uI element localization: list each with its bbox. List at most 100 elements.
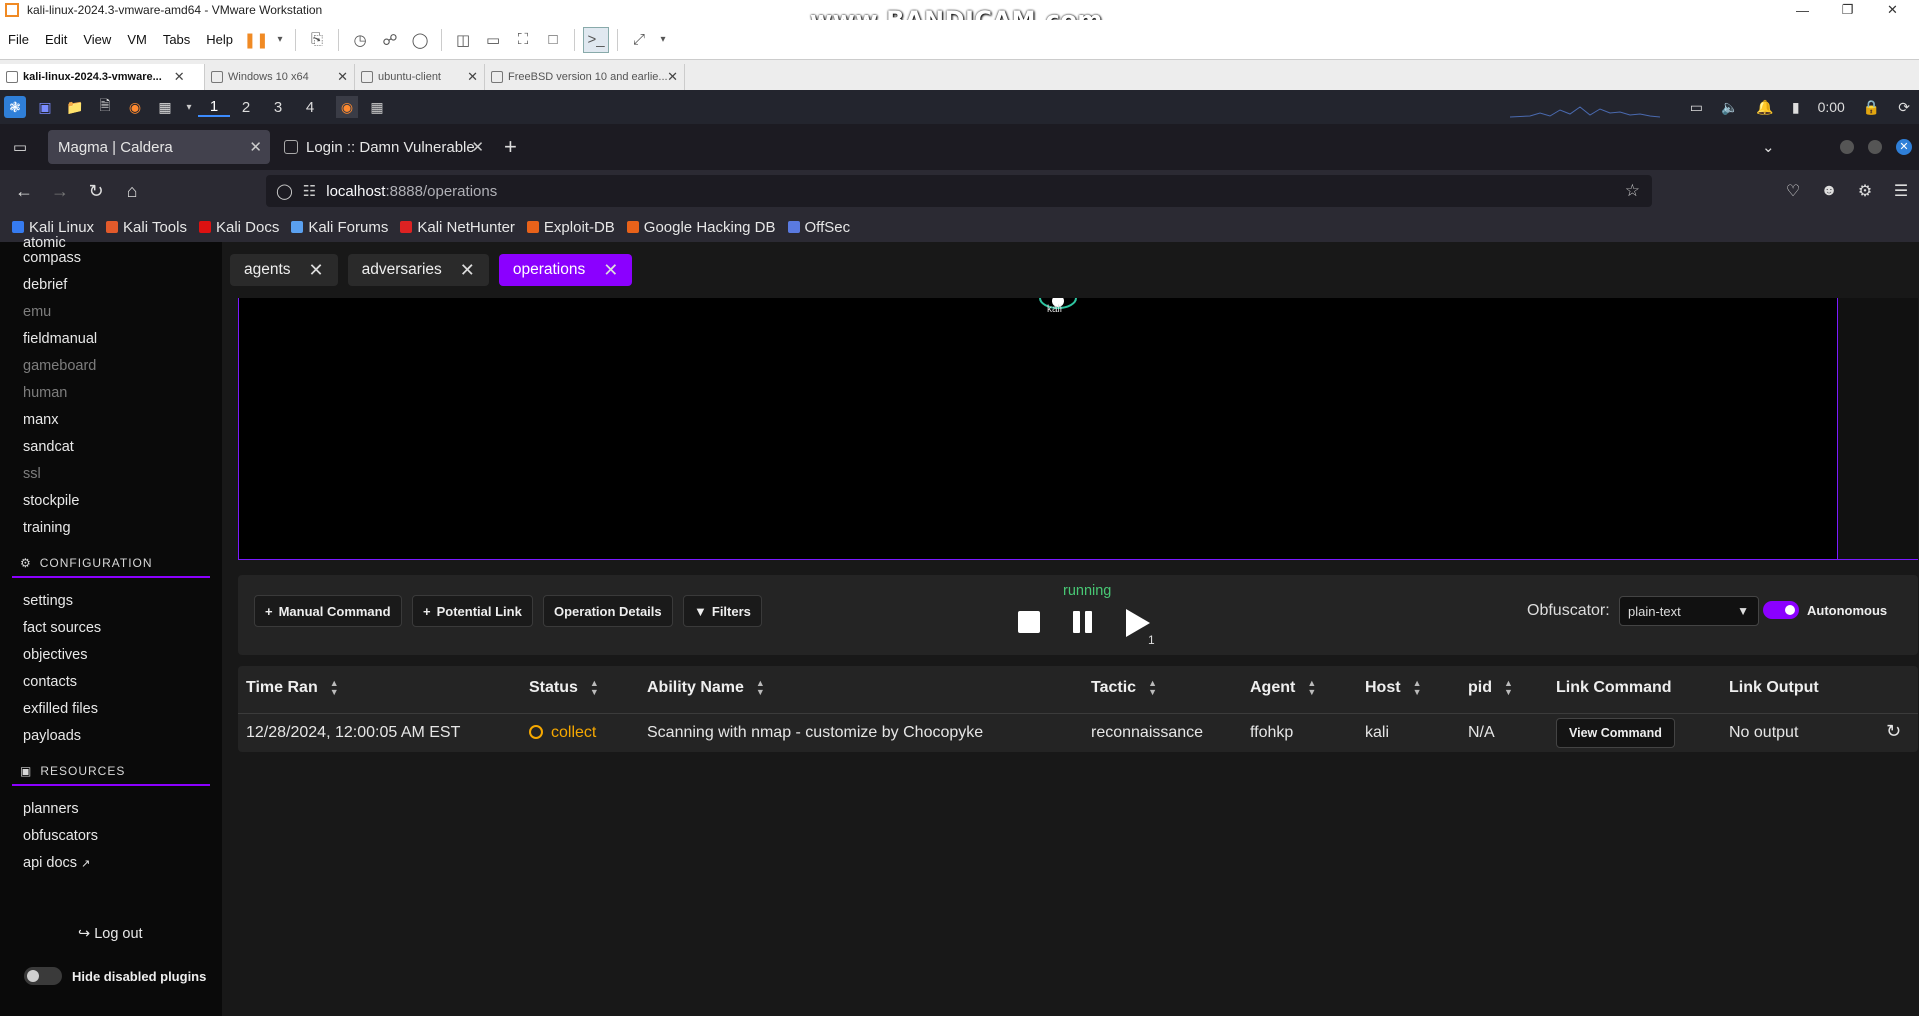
tab-agents[interactable]: agents ✕ (230, 254, 338, 286)
page-info-icon[interactable]: ☷ (303, 182, 316, 200)
unity-icon[interactable]: □ (540, 27, 566, 53)
pocket-icon[interactable]: ♡ (1775, 181, 1811, 201)
shield-icon[interactable]: ◯ (276, 182, 293, 200)
view-command-button[interactable]: View Command (1556, 718, 1675, 748)
bookmark-google-hacking-db[interactable]: Google Hacking DB (626, 219, 776, 236)
sidebar-item-stockpile[interactable]: stockpile (0, 488, 222, 515)
sidebar-item-sandcat[interactable]: sandcat (0, 434, 222, 461)
sidebar-item-emu[interactable]: emu (0, 299, 222, 326)
close-tab-icon[interactable]: ✕ (603, 260, 618, 281)
sidebar-item-planners[interactable]: planners (0, 796, 222, 823)
sidebar-item-fieldmanual[interactable]: fieldmanual (0, 326, 222, 353)
terminal-icon[interactable]: ▦ (154, 96, 176, 118)
snapshot-manager-icon[interactable]: ◯ (407, 27, 433, 53)
sort-icon[interactable]: ▲ ▼ (1307, 679, 1316, 697)
col-pid[interactable]: pid ▲ ▼ (1468, 679, 1513, 697)
desktop-icon[interactable]: ▣ (34, 96, 56, 118)
menu-edit[interactable]: Edit (37, 32, 75, 47)
sidebar-item-exfilled-files[interactable]: exfilled files (0, 696, 222, 723)
snapshot-icon[interactable]: ◷ (347, 27, 373, 53)
obfuscator-select[interactable]: plain-text ▼ (1619, 596, 1759, 626)
minimize-window-icon[interactable] (1840, 140, 1854, 154)
power-icon[interactable]: ⟳ (1898, 99, 1910, 116)
minimize-icon[interactable]: — (1780, 0, 1825, 20)
col-ability-name[interactable]: Ability Name ▲ ▼ (647, 679, 765, 697)
col-host[interactable]: Host ▲ ▼ (1365, 679, 1421, 697)
menu-file[interactable]: File (0, 32, 37, 47)
battery-icon[interactable]: ▮ (1792, 99, 1800, 116)
chevron-down-icon[interactable]: ▾ (184, 96, 194, 118)
close-icon[interactable]: ✕ (467, 69, 478, 85)
restore-icon[interactable]: ❐ (1825, 0, 1870, 20)
close-icon[interactable]: ✕ (174, 69, 185, 85)
sidebar-item-settings[interactable]: settings (0, 588, 222, 615)
display-icon[interactable]: ▭ (1690, 99, 1703, 116)
stretch-icon[interactable]: ⤢ (626, 27, 652, 53)
pause-icon[interactable] (1073, 611, 1093, 633)
back-icon[interactable]: ← (6, 181, 42, 202)
bookmark-exploit-db[interactable]: Exploit-DB (526, 219, 615, 236)
suspend-icon[interactable]: ❚❚ (243, 27, 269, 53)
menu-view[interactable]: View (75, 32, 119, 47)
sidebar-item-debrief[interactable]: debrief (0, 272, 222, 299)
volume-icon[interactable]: 🔈 (1721, 99, 1738, 116)
refresh-icon[interactable]: ↻ (1886, 721, 1901, 742)
sidebar-item-ssl[interactable]: ssl (0, 461, 222, 488)
list-tabs-icon[interactable]: ⌄ (1762, 138, 1775, 156)
tab-caldera[interactable]: Magma | Caldera ✕ (48, 130, 270, 164)
workspace-2[interactable]: 2 (230, 99, 262, 116)
tab-operations[interactable]: operations ✕ (498, 254, 633, 286)
potential-link-button[interactable]: + Potential Link (412, 595, 533, 627)
sidebar-item-training[interactable]: training (0, 515, 222, 542)
sidebar-item-api-docs[interactable]: api docs ↗ (0, 850, 222, 877)
close-icon[interactable]: ✕ (667, 69, 678, 85)
stop-icon[interactable] (1018, 611, 1040, 633)
sidebar-item-human[interactable]: human (0, 380, 222, 407)
vm-tab-freebsd[interactable]: FreeBSD version 10 and earlie... ✕ (485, 64, 685, 90)
col-time-ran[interactable]: Time Ran ▲ ▼ (246, 679, 339, 697)
bookmark-offsec[interactable]: OffSec (787, 219, 850, 236)
close-tab-icon[interactable]: ✕ (249, 138, 262, 156)
col-status[interactable]: Status ▲ ▼ (529, 679, 599, 697)
filters-button[interactable]: ▼ Filters (683, 595, 762, 627)
workspace-1[interactable]: 1 (198, 98, 230, 117)
operation-graph[interactable]: kali (238, 298, 1838, 560)
close-tab-icon[interactable]: ✕ (460, 260, 475, 281)
close-window-icon[interactable]: ✕ (1896, 139, 1912, 155)
account-icon[interactable]: ☻ (1811, 182, 1847, 200)
sort-icon[interactable]: ▲ ▼ (1413, 679, 1422, 697)
tab-adversaries[interactable]: adversaries ✕ (347, 254, 489, 286)
address-bar[interactable]: ◯ ☷ localhost:8888/operations ☆ (266, 175, 1652, 207)
terminal-window-icon[interactable]: ▦ (366, 96, 388, 118)
manual-command-button[interactable]: + Manual Command (254, 595, 402, 627)
menu-icon[interactable]: ☰ (1883, 181, 1919, 201)
thumbnail-icon[interactable]: ▭ (480, 27, 506, 53)
menu-vm[interactable]: VM (119, 32, 155, 47)
sidebar-item-objectives[interactable]: objectives (0, 642, 222, 669)
firefox-window-icon[interactable]: ◉ (336, 96, 358, 118)
sidebar-item-fact-sources[interactable]: fact sources (0, 615, 222, 642)
tab-dvwa[interactable]: Login :: Damn Vulnerable ✕ (274, 130, 492, 164)
close-icon[interactable]: ✕ (337, 69, 348, 85)
autonomous-toggle[interactable] (1763, 601, 1799, 619)
sidebar-item-compass[interactable]: compass (0, 245, 222, 272)
play-icon[interactable] (1126, 609, 1150, 637)
menu-help[interactable]: Help (198, 32, 241, 47)
send-keys-icon[interactable]: ⎘ (304, 27, 330, 53)
fullscreen-icon[interactable]: ⛶ (510, 27, 536, 53)
vm-tab-ubuntu[interactable]: ubuntu-client ✕ (355, 64, 485, 90)
dropdown-icon[interactable]: ▾ (273, 27, 287, 53)
tab-overview-icon[interactable]: ▭ (0, 138, 40, 156)
notification-icon[interactable]: 🔔 (1756, 99, 1773, 116)
maximize-window-icon[interactable] (1868, 140, 1882, 154)
sidebar-item-payloads[interactable]: payloads (0, 723, 222, 750)
firefox-icon[interactable]: ◉ (124, 96, 146, 118)
sort-icon[interactable]: ▲ ▼ (756, 679, 765, 697)
col-tactic[interactable]: Tactic ▲ ▼ (1091, 679, 1157, 697)
sidebar-item-manx[interactable]: manx (0, 407, 222, 434)
close-icon[interactable]: ✕ (1870, 0, 1915, 20)
close-tab-icon[interactable]: ✕ (309, 260, 324, 281)
sort-icon[interactable]: ▲ ▼ (1504, 679, 1513, 697)
sidebar-item-obfuscators[interactable]: obfuscators (0, 823, 222, 850)
sidebar-item-gameboard[interactable]: gameboard (0, 353, 222, 380)
